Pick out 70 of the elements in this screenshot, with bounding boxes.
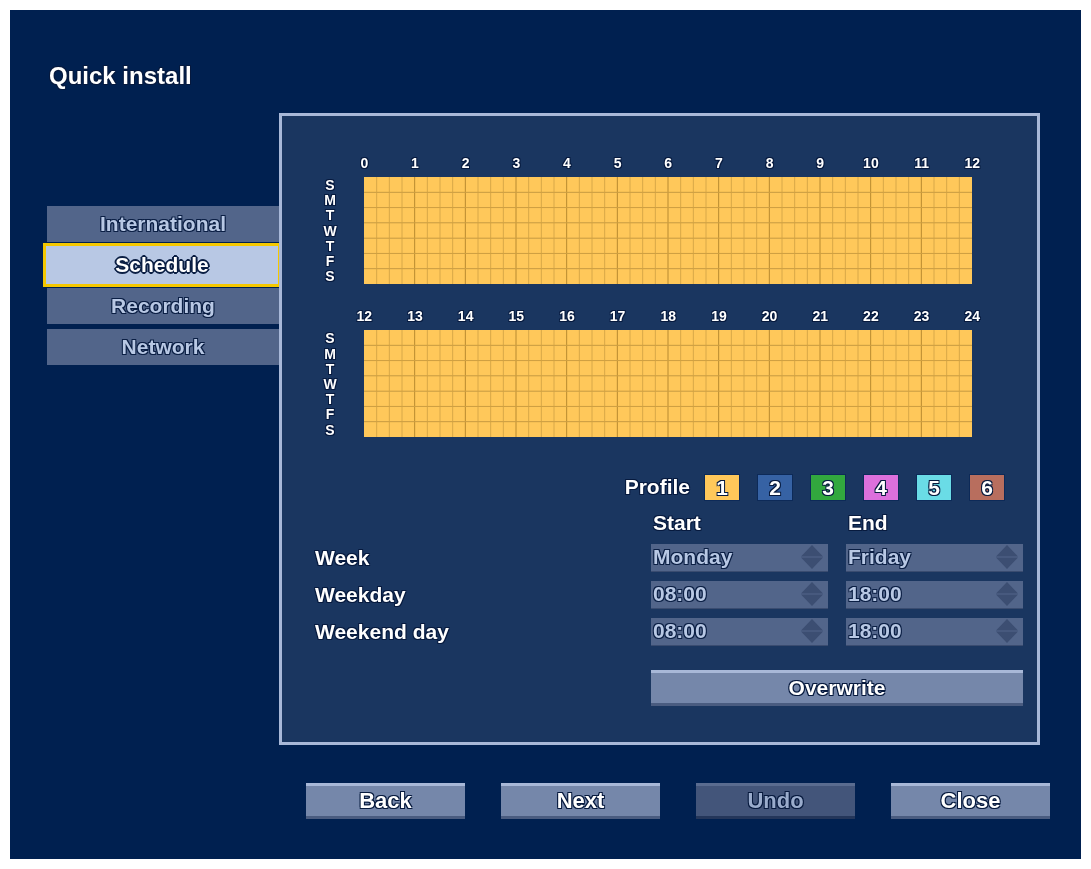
hour-label: 11	[913, 154, 930, 173]
profile-button[interactable]: 3	[810, 473, 846, 501]
profile-label: Profile	[624, 475, 690, 500]
hour-label: 21	[811, 307, 829, 327]
up-down-arrows-icon[interactable]	[995, 544, 1019, 571]
day-label: M	[323, 346, 337, 362]
up-down-arrows-icon[interactable]	[800, 581, 824, 608]
hour-label: 2	[460, 154, 471, 173]
day-label: T	[324, 238, 336, 254]
hour-label: 19	[710, 307, 728, 327]
hour-label: 1	[410, 154, 420, 173]
sidebar-tab[interactable]: Network	[47, 329, 279, 365]
up-down-arrows-icon[interactable]	[995, 618, 1019, 645]
nav-button[interactable]: Next	[501, 783, 660, 819]
day-label: T	[324, 208, 336, 224]
row-label: Weekday	[315, 582, 407, 607]
day-label: S	[324, 422, 336, 438]
hour-label: 24	[963, 307, 981, 327]
hour-label: 4	[562, 154, 572, 173]
day-label: F	[324, 254, 336, 270]
hour-label: 8	[764, 154, 775, 173]
hour-label: 23	[912, 307, 931, 327]
day-label: S	[324, 331, 336, 347]
nav-button[interactable]: Close	[891, 783, 1050, 819]
hour-label: 12	[963, 154, 981, 173]
hour-label: 7	[714, 154, 724, 173]
hour-label: 3	[511, 154, 522, 173]
hour-label: 17	[608, 307, 627, 327]
profile-button[interactable]: 4	[863, 473, 899, 501]
up-down-arrows-icon[interactable]	[800, 544, 824, 571]
day-label: W	[322, 223, 338, 239]
day-label: S	[324, 178, 336, 194]
overwrite-button[interactable]: Overwrite	[651, 669, 1023, 706]
day-label: F	[324, 407, 336, 423]
spin-field[interactable]: 08:00	[651, 580, 828, 609]
hour-label: 16	[558, 307, 576, 327]
hour-label: 20	[760, 307, 779, 327]
day-label: S	[324, 269, 336, 285]
nav-button[interactable]: Back	[306, 783, 465, 819]
spin-field[interactable]: Friday	[846, 543, 1023, 572]
window-title: Quick install	[49, 62, 192, 90]
row-label: Weekend day	[315, 619, 450, 644]
day-label: T	[324, 392, 336, 408]
hour-label: 5	[612, 154, 623, 173]
hour-label: 13	[406, 307, 424, 327]
column-header: Start	[652, 510, 702, 535]
row-label: Week	[315, 545, 371, 570]
column-header: End	[847, 510, 889, 535]
profile-button[interactable]: 6	[969, 473, 1005, 501]
day-label: W	[322, 377, 338, 393]
day-label: M	[323, 193, 337, 209]
up-down-arrows-icon[interactable]	[995, 581, 1019, 608]
hour-label: 9	[815, 154, 826, 173]
spin-field[interactable]: 18:00	[846, 617, 1023, 646]
profile-button[interactable]: 2	[757, 473, 793, 501]
hour-label: 12	[355, 307, 374, 327]
hour-label: 14	[456, 307, 475, 327]
hour-label: 10	[862, 154, 880, 173]
day-label: T	[324, 361, 336, 378]
sidebar-tab[interactable]: International	[47, 206, 279, 242]
spin-field[interactable]: 18:00	[846, 580, 1023, 609]
hour-label: 22	[862, 307, 880, 327]
sidebar-tab[interactable]: Recording	[47, 288, 279, 324]
spin-field[interactable]: Monday	[651, 543, 828, 572]
hour-label: 0	[359, 154, 370, 173]
spin-field[interactable]: 08:00	[651, 617, 828, 646]
hour-label: 15	[507, 307, 526, 327]
up-down-arrows-icon[interactable]	[800, 618, 824, 645]
hour-label: 6	[663, 154, 674, 173]
hour-label: 18	[659, 307, 678, 327]
